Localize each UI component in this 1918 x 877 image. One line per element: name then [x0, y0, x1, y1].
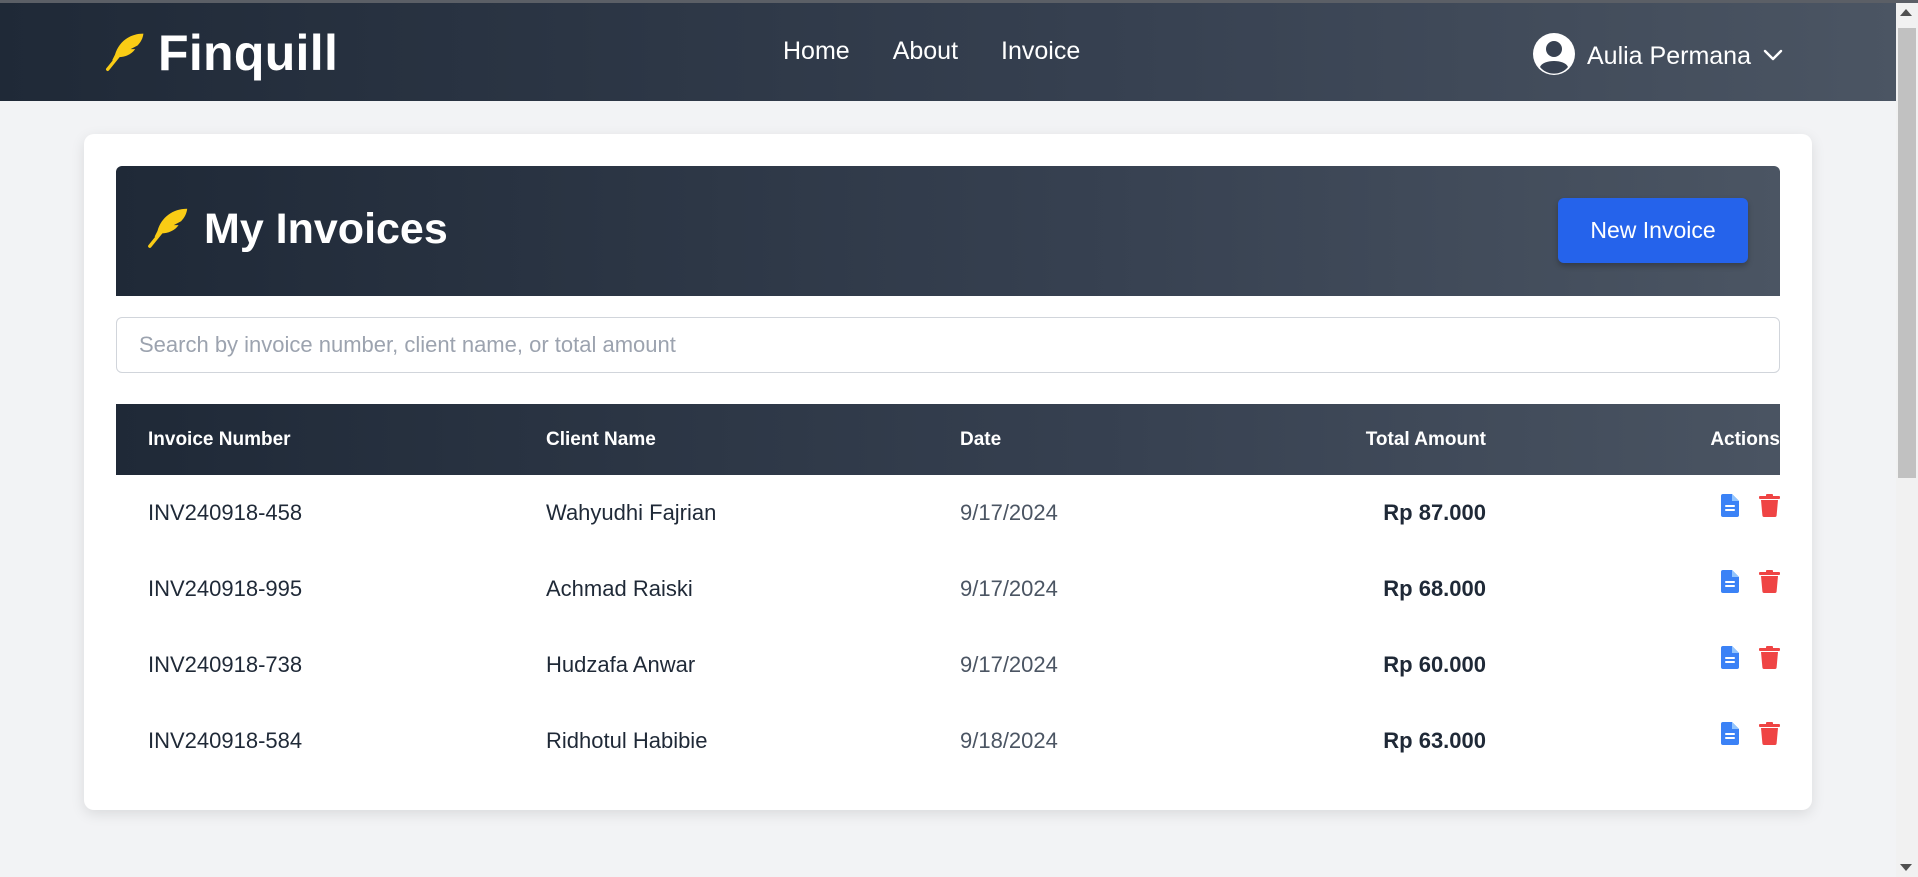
total-amount-cell: Rp 63.000 — [1383, 728, 1486, 753]
invoice-number-cell: INV240918-995 — [148, 576, 303, 601]
date-cell: 9/17/2024 — [960, 500, 1058, 525]
column-header-client-name: Client Name — [546, 428, 656, 450]
date-cell: 9/17/2024 — [960, 652, 1058, 677]
new-invoice-button[interactable]: New Invoice — [1558, 198, 1748, 263]
table-row: INV240918-584 Ridhotul Habibie 9/18/2024… — [116, 703, 1780, 778]
nav-link-home[interactable]: Home — [783, 37, 850, 66]
table-header-row: Invoice Number Client Name Date Total Am… — [116, 404, 1780, 475]
invoice-number-cell: INV240918-738 — [148, 652, 303, 677]
delete-invoice-button[interactable] — [1759, 645, 1780, 669]
brand-logo[interactable]: Finquill — [104, 25, 339, 81]
actions-cell — [1486, 475, 1780, 551]
delete-invoice-button[interactable] — [1759, 569, 1780, 593]
total-amount-cell: Rp 68.000 — [1383, 576, 1486, 601]
chevron-down-icon — [1763, 48, 1783, 66]
trash-icon — [1759, 645, 1780, 669]
client-name-cell: Achmad Raiski — [546, 576, 693, 601]
scrollbar-thumb[interactable] — [1898, 28, 1916, 478]
date-cell: 9/17/2024 — [960, 576, 1058, 601]
nav-link-invoice[interactable]: Invoice — [1001, 37, 1080, 66]
column-header-total-amount: Total Amount — [1365, 428, 1486, 450]
nav-link-about[interactable]: About — [893, 37, 958, 66]
user-circle-icon — [1533, 33, 1575, 80]
client-name-cell: Hudzafa Anwar — [546, 652, 696, 677]
view-invoice-button[interactable] — [1721, 569, 1739, 593]
column-header-date: Date — [960, 428, 1002, 450]
page-title-text: My Invoices — [204, 205, 448, 253]
actions-cell — [1486, 551, 1780, 627]
trash-icon — [1759, 721, 1780, 745]
trash-icon — [1759, 493, 1780, 517]
view-invoice-button[interactable] — [1721, 645, 1739, 669]
delete-invoice-button[interactable] — [1759, 493, 1780, 517]
document-icon — [1721, 721, 1739, 745]
user-name: Aulia Permana — [1587, 42, 1751, 70]
client-name-cell: Ridhotul Habibie — [546, 728, 708, 753]
user-menu[interactable]: Aulia Permana — [1533, 33, 1783, 80]
invoice-number-cell: INV240918-584 — [148, 728, 303, 753]
scroll-down-arrow-icon[interactable] — [1900, 864, 1912, 871]
trash-icon — [1759, 569, 1780, 593]
page-title: My Invoices — [146, 204, 448, 255]
delete-invoice-button[interactable] — [1759, 721, 1780, 745]
total-amount-cell: Rp 87.000 — [1383, 500, 1486, 525]
navbar: Finquill Home About Invoice Aulia Perman… — [0, 3, 1896, 101]
invoice-number-cell: INV240918-458 — [148, 500, 303, 525]
feather-icon — [146, 204, 192, 255]
actions-cell — [1486, 703, 1780, 778]
document-icon — [1721, 493, 1739, 517]
search-input[interactable] — [116, 317, 1780, 373]
brand-name: Finquill — [158, 25, 339, 81]
table-row: INV240918-738 Hudzafa Anwar 9/17/2024 Rp… — [116, 627, 1780, 703]
column-header-invoice-number: Invoice Number — [148, 428, 291, 450]
feather-icon — [104, 29, 148, 78]
date-cell: 9/18/2024 — [960, 728, 1058, 753]
table-row: INV240918-458 Wahyudhi Fajrian 9/17/2024… — [116, 475, 1780, 551]
total-amount-cell: Rp 60.000 — [1383, 652, 1486, 677]
invoices-header: My Invoices New Invoice — [116, 166, 1780, 296]
actions-cell — [1486, 627, 1780, 703]
view-invoice-button[interactable] — [1721, 493, 1739, 517]
column-header-actions: Actions — [1710, 428, 1780, 450]
document-icon — [1721, 569, 1739, 593]
client-name-cell: Wahyudhi Fajrian — [546, 500, 717, 525]
main-nav: Home About Invoice — [783, 37, 1080, 66]
document-icon — [1721, 645, 1739, 669]
invoice-table: Invoice Number Client Name Date Total Am… — [116, 404, 1780, 778]
invoices-card: My Invoices New Invoice Invoice Number C… — [84, 134, 1812, 810]
scroll-up-arrow-icon[interactable] — [1900, 9, 1912, 16]
table-row: INV240918-995 Achmad Raiski 9/17/2024 Rp… — [116, 551, 1780, 627]
view-invoice-button[interactable] — [1721, 721, 1739, 745]
